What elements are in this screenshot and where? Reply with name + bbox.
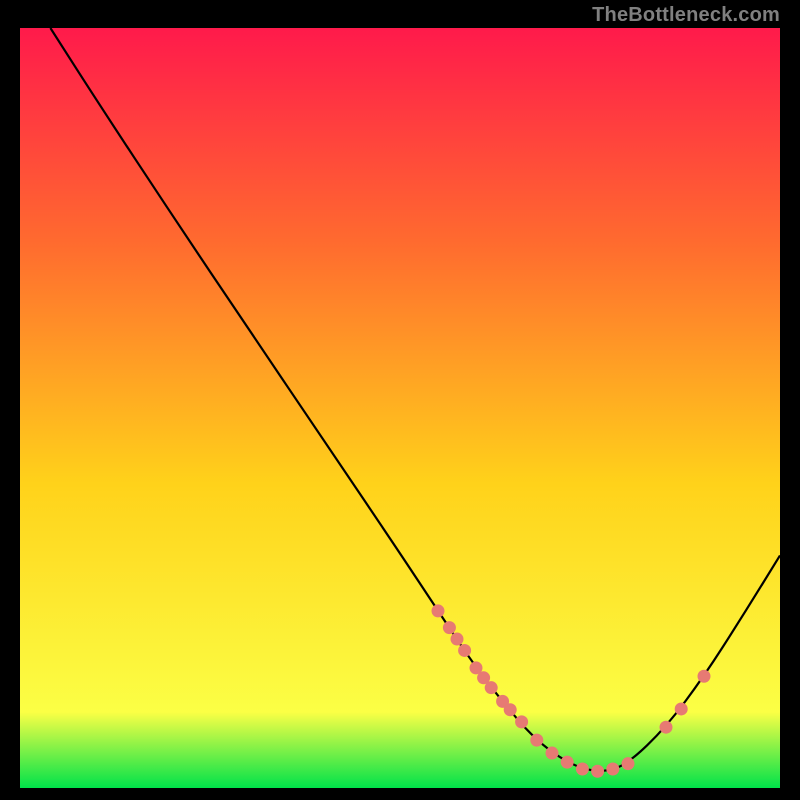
data-point xyxy=(451,633,464,646)
bottleneck-chart xyxy=(20,28,780,788)
data-point xyxy=(561,756,574,769)
watermark-text: TheBottleneck.com xyxy=(592,4,780,27)
data-point xyxy=(530,734,543,747)
chart-background xyxy=(20,28,780,788)
data-point xyxy=(660,721,673,734)
data-point xyxy=(622,757,635,770)
data-point xyxy=(458,644,471,657)
data-point xyxy=(675,702,688,715)
data-point xyxy=(546,747,559,760)
data-point xyxy=(515,715,528,728)
data-point xyxy=(591,765,604,778)
data-point xyxy=(432,604,445,617)
data-point xyxy=(504,703,517,716)
data-point xyxy=(485,681,498,694)
data-point xyxy=(606,763,619,776)
chart-frame xyxy=(20,28,780,788)
data-point xyxy=(576,763,589,776)
data-point xyxy=(443,621,456,634)
data-point xyxy=(698,670,711,683)
